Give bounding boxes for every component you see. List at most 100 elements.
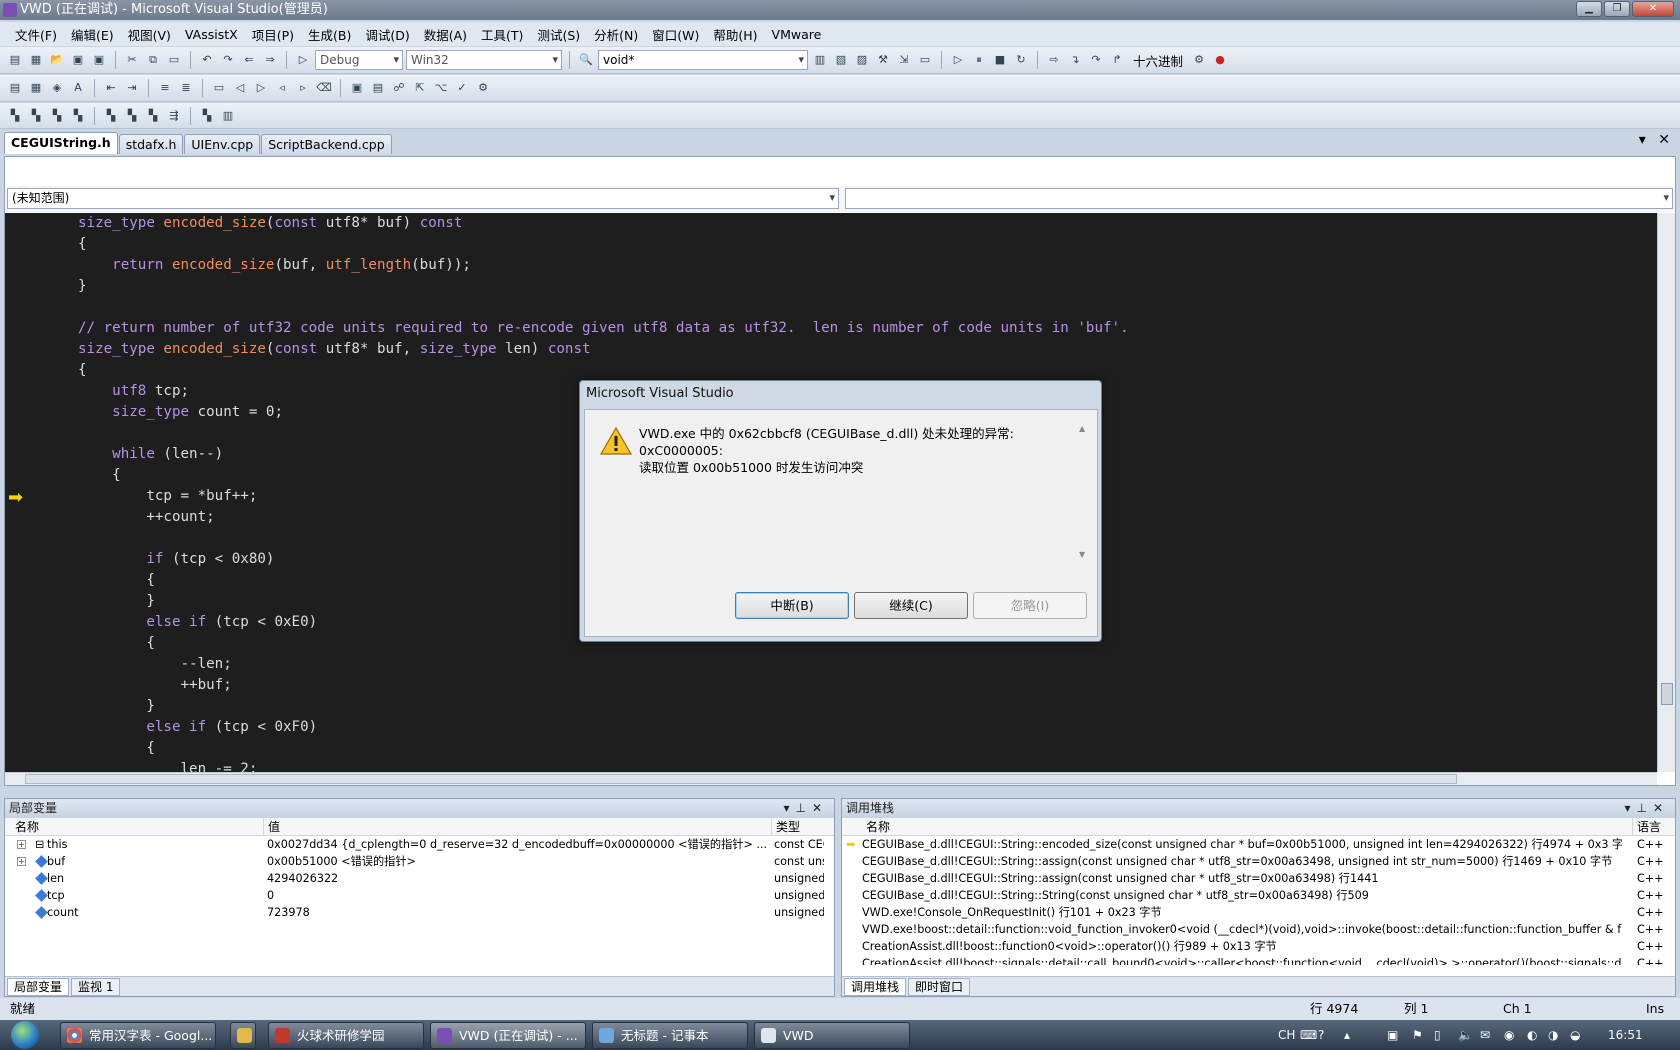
comment-icon[interactable]: ≡ (156, 79, 174, 97)
menu-debug[interactable]: 调试(D) (358, 25, 416, 44)
volume-icon[interactable]: 🔈 (1458, 1020, 1473, 1050)
clear-bookmarks-icon[interactable]: ⌫ (315, 79, 333, 97)
clock[interactable]: 16:51 (1608, 1020, 1643, 1050)
minimize-button[interactable]: ▁ (1576, 1, 1602, 17)
outdent-icon[interactable]: ⇤ (102, 79, 120, 97)
stop-debug-icon[interactable]: ■ (991, 51, 1009, 69)
tab-locals[interactable]: 局部变量 (7, 977, 70, 996)
next-bookmark-folder-icon[interactable]: ▹ (294, 79, 312, 97)
tab-scriptbackend-cpp[interactable]: ScriptBackend.cpp (261, 134, 392, 154)
callstack-row[interactable]: CEGUIBase_d.dll!CEGUI::String::assign(co… (842, 870, 1675, 887)
show-hidden-icons-icon[interactable]: ▴ (1344, 1020, 1350, 1050)
continue-button[interactable]: 继续(C) (854, 592, 968, 619)
new-project-icon[interactable]: ▤ (6, 51, 24, 69)
menu-edit[interactable]: 编辑(E) (64, 25, 121, 44)
build-icon[interactable]: ▚ (6, 107, 24, 125)
debug-tools-icon[interactable]: ⚙ (1190, 51, 1208, 69)
close-panel-icon[interactable]: ✕ (1653, 801, 1669, 815)
input-language[interactable]: CH (1278, 1020, 1295, 1050)
editor-vertical-scrollbar[interactable] (1657, 213, 1675, 772)
cut-icon[interactable]: ✂ (123, 51, 141, 69)
copy-icon[interactable]: ⧉ (144, 51, 162, 69)
list-members-icon[interactable]: ▤ (6, 79, 24, 97)
editor-horizontal-scrollbar[interactable] (5, 772, 1657, 785)
paste-icon[interactable]: ▭ (165, 51, 183, 69)
parameter-info-icon[interactable]: ▦ (27, 79, 45, 97)
layout-icon[interactable]: ▭ (916, 51, 934, 69)
open-file-icon[interactable]: 📂 (48, 51, 66, 69)
menu-project[interactable]: 项目(P) (245, 25, 301, 44)
menu-build[interactable]: 生成(B) (301, 25, 358, 44)
break-button[interactable]: 中断(B) (735, 592, 849, 619)
column-language[interactable]: 语言 (1632, 818, 1661, 836)
compile-icon[interactable]: ▚ (102, 107, 120, 125)
breakpoints-icon[interactable]: ● (1211, 51, 1229, 69)
solution-config-select[interactable]: Debug (315, 50, 403, 70)
mail-icon[interactable]: ✉ (1480, 1020, 1490, 1050)
menu-analyze[interactable]: 分析(N) (587, 25, 645, 44)
action-center-icon[interactable]: ⚑ (1412, 1020, 1423, 1050)
continue-icon[interactable]: ▷ (949, 51, 967, 69)
next-bookmark-icon[interactable]: ▷ (252, 79, 270, 97)
close-button[interactable]: ✕ (1632, 1, 1674, 17)
va-options-icon[interactable]: ⚙ (474, 79, 492, 97)
tab-ceguistring-h[interactable]: CEGUIString.h (4, 132, 118, 154)
quick-info-icon[interactable]: ◈ (48, 79, 66, 97)
step-into-icon[interactable]: ↴ (1066, 51, 1084, 69)
prev-bookmark-folder-icon[interactable]: ◃ (273, 79, 291, 97)
solution-platform-select[interactable]: Win32 (406, 50, 562, 70)
menu-file[interactable]: 文件(F) (8, 25, 64, 44)
save-icon[interactable]: ▣ (69, 51, 87, 69)
step-over-icon[interactable]: ↷ (1087, 51, 1105, 69)
locals-row[interactable]: count 723978 unsigned (5, 904, 834, 921)
navigate-forward-icon[interactable]: ⇒ (261, 51, 279, 69)
taskbar-item-explorer[interactable] (230, 1022, 256, 1049)
redo-icon[interactable]: ↷ (219, 51, 237, 69)
column-name[interactable]: 名称 (11, 818, 39, 836)
maximize-button[interactable]: ❐ (1604, 1, 1630, 17)
batch-build-icon[interactable]: ▚ (69, 107, 87, 125)
undo-icon[interactable]: ↶ (198, 51, 216, 69)
pin-icon[interactable]: ⊥ (1636, 801, 1652, 815)
message-scrollbar[interactable]: ▲ ▼ (1079, 424, 1089, 569)
clean-icon[interactable]: ▚ (144, 107, 162, 125)
rebuild-icon[interactable]: ▚ (27, 107, 45, 125)
va-open-file-icon[interactable]: ▣ (348, 79, 366, 97)
build-solution-icon[interactable]: ▚ (48, 107, 66, 125)
window-position-icon[interactable]: ▾ (783, 801, 795, 815)
taskbar-item-forum[interactable]: 火球术研修学园 (268, 1022, 424, 1049)
column-value[interactable]: 值 (263, 818, 280, 836)
word-completion-icon[interactable]: A (69, 79, 87, 97)
config-manager-icon[interactable]: ▥ (219, 107, 237, 125)
tab-uienv-cpp[interactable]: UIEnv.cpp (184, 134, 261, 154)
help-icon[interactable]: ? (1318, 1020, 1324, 1050)
locals-row[interactable]: tcp 0 unsigned (5, 887, 834, 904)
find-in-files-icon[interactable]: 🔍 (577, 51, 595, 69)
menu-help[interactable]: 帮助(H) (706, 25, 764, 44)
tray-app-icon[interactable]: ◐ (1527, 1020, 1537, 1050)
va-references-icon[interactable]: ☍ (390, 79, 408, 97)
va-goto-icon[interactable]: ⇱ (411, 79, 429, 97)
callstack-row[interactable]: CEGUIBase_d.dll!CEGUI::String::String(co… (842, 887, 1675, 904)
tab-watch-1[interactable]: 监视 1 (71, 977, 121, 996)
menu-test[interactable]: 测试(S) (530, 25, 587, 44)
menu-window[interactable]: 窗口(W) (645, 25, 706, 44)
indent-icon[interactable]: ⇥ (123, 79, 141, 97)
callstack-row[interactable]: VWD.exe!boost::detail::function::void_fu… (842, 921, 1675, 938)
start-button[interactable] (4, 1020, 48, 1050)
scope-select[interactable]: (未知范围) (7, 188, 839, 209)
keyboard-icon[interactable]: ⌨ (1300, 1020, 1317, 1050)
object-browser-icon[interactable]: ▨ (853, 51, 871, 69)
column-name[interactable]: 名称 (862, 818, 890, 836)
toolbox-icon[interactable]: ⚒ (874, 51, 892, 69)
ignore-button[interactable]: 忽略(I) (973, 592, 1087, 619)
pin-icon[interactable]: ⊥ (795, 801, 811, 815)
locals-row[interactable]: + ⊟ this 0x0027dd34 {d_cplength=0 d_reserve… (5, 836, 834, 853)
uncomment-icon[interactable]: ≣ (177, 79, 195, 97)
tab-call-stack[interactable]: 调用堆栈 (844, 977, 907, 996)
show-next-statement-icon[interactable]: ⇨ (1045, 51, 1063, 69)
restart-icon[interactable]: ↻ (1012, 51, 1030, 69)
save-all-icon[interactable]: ▣ (90, 51, 108, 69)
locals-row[interactable]: len 4294026322 unsigned (5, 870, 834, 887)
menu-view[interactable]: 视图(V) (121, 25, 178, 44)
